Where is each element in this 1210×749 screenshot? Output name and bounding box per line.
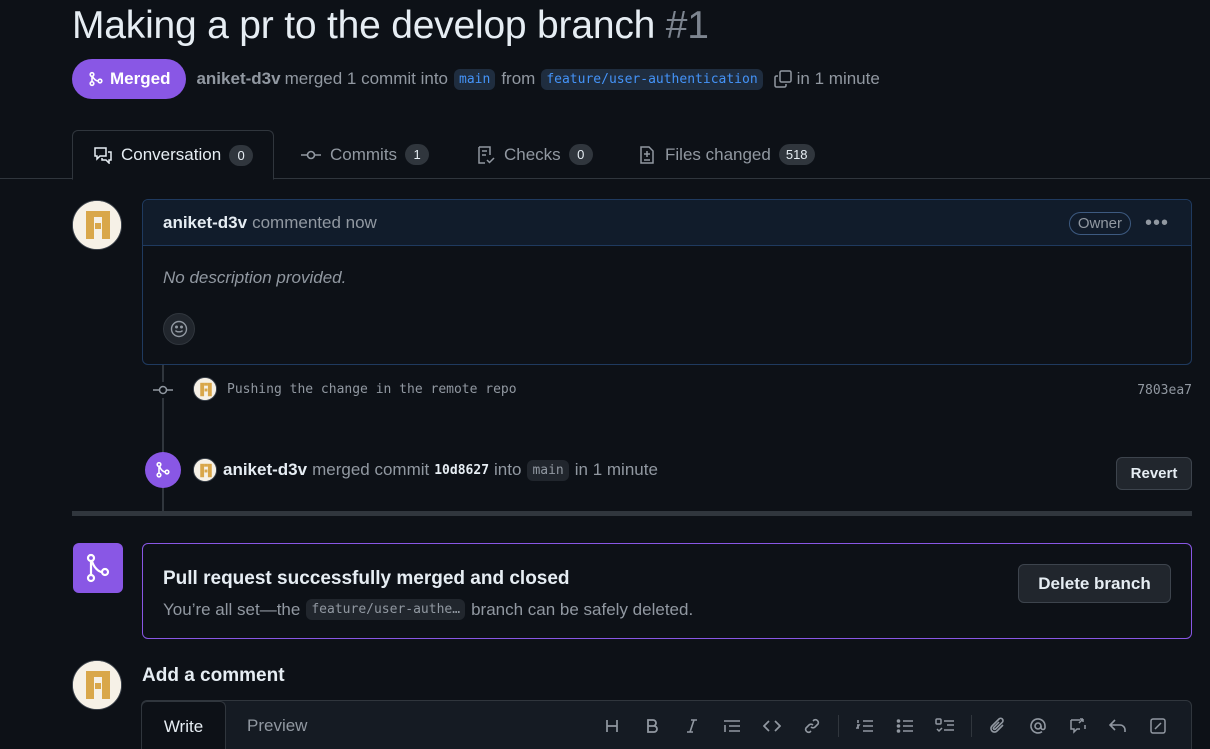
merged-branch-name[interactable]: feature/user-authe… — [306, 599, 466, 620]
smiley-icon — [170, 320, 188, 338]
owner-badge: Owner — [1068, 212, 1131, 235]
pr-meta: Merged aniket-d3v merged 1 commit into m… — [72, 59, 880, 99]
merged-sub-post: branch can be safely deleted. — [471, 599, 694, 619]
italic-icon[interactable] — [672, 713, 712, 739]
more-options-icon[interactable]: ••• — [1145, 212, 1169, 235]
pr-author-link[interactable]: aniket-d3v — [196, 69, 280, 89]
current-user-avatar[interactable] — [72, 660, 122, 710]
merge-text: merged 1 commit into — [284, 69, 449, 88]
merged-box-subtitle: You’re all set—the feature/user-authe… b… — [163, 599, 693, 620]
from-text: from — [501, 69, 536, 88]
editor-toolbar — [592, 713, 1178, 739]
quote-icon[interactable] — [712, 713, 752, 739]
copy-icon[interactable] — [773, 69, 793, 89]
merge-into: into — [494, 460, 522, 479]
mention-icon[interactable] — [1018, 713, 1058, 739]
unordered-list-icon[interactable] — [885, 713, 925, 739]
commit-event: Pushing the change in the remote repo — [193, 377, 517, 401]
merged-box-title: Pull request successfully merged and clo… — [163, 568, 570, 589]
heading-icon[interactable] — [592, 713, 632, 739]
revert-button[interactable]: Revert — [1116, 457, 1192, 490]
comment-body: No description provided. — [163, 268, 347, 287]
pr-number: #1 — [665, 4, 709, 47]
file-diff-icon — [637, 145, 657, 165]
base-branch[interactable]: main — [454, 68, 496, 90]
code-icon[interactable] — [752, 713, 792, 739]
comment-action: commented now — [252, 212, 377, 232]
tab-checks-label: Checks — [504, 144, 561, 164]
commit-avatar[interactable] — [193, 377, 217, 401]
pr-title: Making a pr to the develop branch — [72, 4, 656, 47]
merge-event: aniket-d3v merged commit 10d8627 into ma… — [193, 458, 658, 482]
reference-icon[interactable] — [1058, 713, 1098, 739]
merged-sub-pre: You’re all set—the — [163, 599, 301, 619]
merge-icon — [88, 71, 104, 87]
link-icon[interactable] — [792, 713, 832, 739]
tab-commits-count: 1 — [405, 144, 430, 165]
git-commit-icon — [153, 382, 173, 398]
merged-status-badge: Merged — [72, 59, 187, 99]
tab-files-changed[interactable]: Files changed 518 — [637, 130, 815, 179]
page-title: Making a pr to the develop branch #1 — [72, 4, 709, 48]
merge-action: merged commit — [312, 460, 430, 479]
avatar[interactable] — [72, 200, 122, 250]
slash-command-icon[interactable] — [1138, 713, 1178, 739]
timeline-divider — [72, 511, 1192, 516]
merge-author[interactable]: aniket-d3v — [223, 460, 307, 480]
tab-commits[interactable]: Commits 1 — [300, 130, 430, 179]
attach-icon[interactable] — [978, 713, 1018, 739]
commit-icon — [300, 148, 322, 162]
merge-event-time: in 1 minute — [574, 460, 658, 479]
merge-avatar[interactable] — [193, 458, 217, 482]
tab-conversation[interactable]: Conversation 0 — [72, 130, 275, 180]
merged-status-label: Merged — [110, 69, 171, 88]
toolbar-separator — [971, 715, 972, 737]
toolbar-separator — [838, 715, 839, 737]
tab-conversation-count: 0 — [229, 144, 254, 166]
comment-editor: Write Preview — [141, 700, 1192, 749]
add-reaction-button[interactable] — [163, 313, 195, 345]
commit-message-link[interactable]: Pushing the change in the remote repo — [227, 382, 517, 397]
tab-write[interactable]: Write — [141, 701, 226, 749]
merged-status-box: Pull request successfully merged and clo… — [142, 543, 1192, 639]
head-branch[interactable]: feature/user-authentication — [541, 68, 763, 90]
bold-icon[interactable] — [632, 713, 672, 739]
numbered-list-icon[interactable] — [845, 713, 885, 739]
comment-author[interactable]: aniket-d3v — [163, 213, 247, 233]
checklist-icon — [476, 145, 496, 165]
merge-time: in 1 minute — [796, 69, 880, 88]
conversation-icon — [93, 146, 113, 164]
task-list-icon[interactable] — [925, 713, 965, 739]
merge-sha-link[interactable]: 10d8627 — [434, 463, 489, 478]
merge-branch[interactable]: main — [527, 459, 569, 481]
tab-commits-label: Commits — [330, 144, 398, 164]
commit-sha-link[interactable]: 7803ea7 — [1137, 383, 1192, 398]
merged-box-icon — [73, 543, 123, 593]
tab-checks-count: 0 — [568, 144, 593, 165]
tab-conversation-label: Conversation — [121, 145, 222, 164]
comment-header: aniket-d3v commented now — [143, 200, 1191, 246]
pr-tabs: Conversation 0 Commits 1 Checks 0 Files … — [0, 130, 1210, 180]
comment-card: aniket-d3v commented now Owner ••• No de… — [142, 199, 1192, 365]
tab-files-changed-label: Files changed — [665, 144, 771, 164]
tab-preview[interactable]: Preview — [247, 701, 307, 749]
tab-checks[interactable]: Checks 0 — [476, 130, 593, 179]
delete-branch-button[interactable]: Delete branch — [1018, 564, 1171, 603]
merged-event-icon — [145, 452, 181, 488]
reply-icon[interactable] — [1098, 713, 1138, 739]
add-comment-title: Add a comment — [142, 665, 285, 686]
tab-files-changed-count: 518 — [778, 144, 815, 165]
